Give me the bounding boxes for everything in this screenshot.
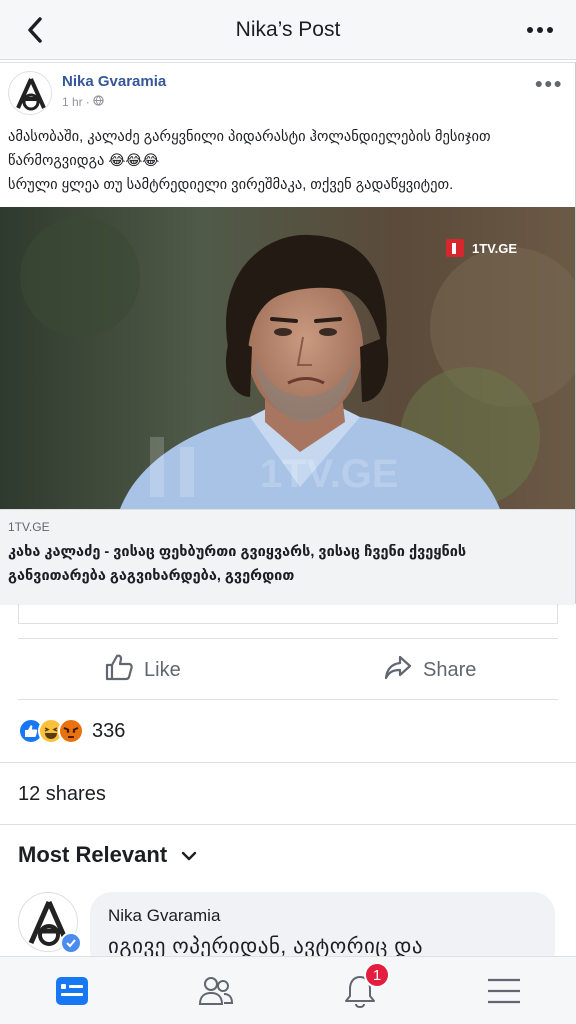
divider xyxy=(18,638,558,639)
reaction-count: 336 xyxy=(92,719,126,742)
menu-icon[interactable] xyxy=(484,971,524,1011)
share-button[interactable]: Share xyxy=(383,650,476,690)
comment-sort-dropdown[interactable]: Most Relevant xyxy=(18,842,197,868)
sort-label: Most Relevant xyxy=(18,842,168,867)
verified-check-icon xyxy=(60,932,82,954)
share-label: Share xyxy=(423,658,477,681)
post-text-line: სრული ყლეა თუ სამტრედიელი ვირეშმაკა, თქვ… xyxy=(8,177,454,193)
divider xyxy=(0,824,576,825)
card-bottom-edge xyxy=(18,604,558,624)
post-text: ამასობაში, კალაძე გარყვნილი პიდარასტი ჰო… xyxy=(8,125,565,197)
post-meta: 1 hr · xyxy=(62,95,104,109)
link-preview-photo[interactable]: 1TV.GE 1TV.GE xyxy=(0,207,575,509)
link-domain: 1TV.GE xyxy=(8,520,50,534)
divider xyxy=(18,699,558,700)
shared-post-card[interactable]: Nika Gvaramia 1 hr · ●●● ამასობაში, კალა… xyxy=(0,62,576,605)
page-title: Nika’s Post xyxy=(235,18,341,41)
news-feed-icon[interactable] xyxy=(52,971,92,1011)
chevron-down-icon xyxy=(181,842,197,868)
top-nav-bar: Nika’s Post xyxy=(0,0,576,60)
author-avatar[interactable] xyxy=(8,71,52,115)
like-button[interactable]: Like xyxy=(104,650,181,690)
more-dots-icon[interactable] xyxy=(524,18,556,42)
divider xyxy=(0,762,576,763)
notifications-badge: 1 xyxy=(364,962,390,988)
post-text-line: ამასობაში, კალაძე გარყვნილი პიდარასტი ჰო… xyxy=(8,129,491,145)
bottom-tab-bar xyxy=(0,956,576,1024)
post-options-icon[interactable]: ●●● xyxy=(535,75,563,91)
thumbs-up-icon xyxy=(104,652,134,688)
photo-bg-watermark: 1TV.GE xyxy=(260,452,399,496)
post-text-line: წარმოგვიდგა 😂😂😂 xyxy=(8,153,160,169)
globe-icon xyxy=(93,95,104,109)
friends-icon[interactable] xyxy=(196,971,236,1011)
angry-reaction-icon xyxy=(58,718,84,744)
link-headline[interactable]: კახა კალაძე - ვისაც ფეხბურთი გვიყვარს, ვ… xyxy=(8,540,565,588)
share-arrow-icon xyxy=(383,652,413,688)
reactions-summary[interactable]: 336 xyxy=(18,716,125,746)
comment-author[interactable]: Nika Gvaramia xyxy=(108,906,220,926)
like-label: Like xyxy=(144,658,181,681)
link-preview-box[interactable]: 1TV.GE კახა კალაძე - ვისაც ფეხბურთი გვიყ… xyxy=(0,509,575,605)
shares-count[interactable]: 12 shares xyxy=(18,783,106,806)
post-author-name[interactable]: Nika Gvaramia xyxy=(62,73,166,90)
photo-watermark: 1TV.GE xyxy=(472,241,517,256)
post-time: 1 hr xyxy=(62,95,83,109)
